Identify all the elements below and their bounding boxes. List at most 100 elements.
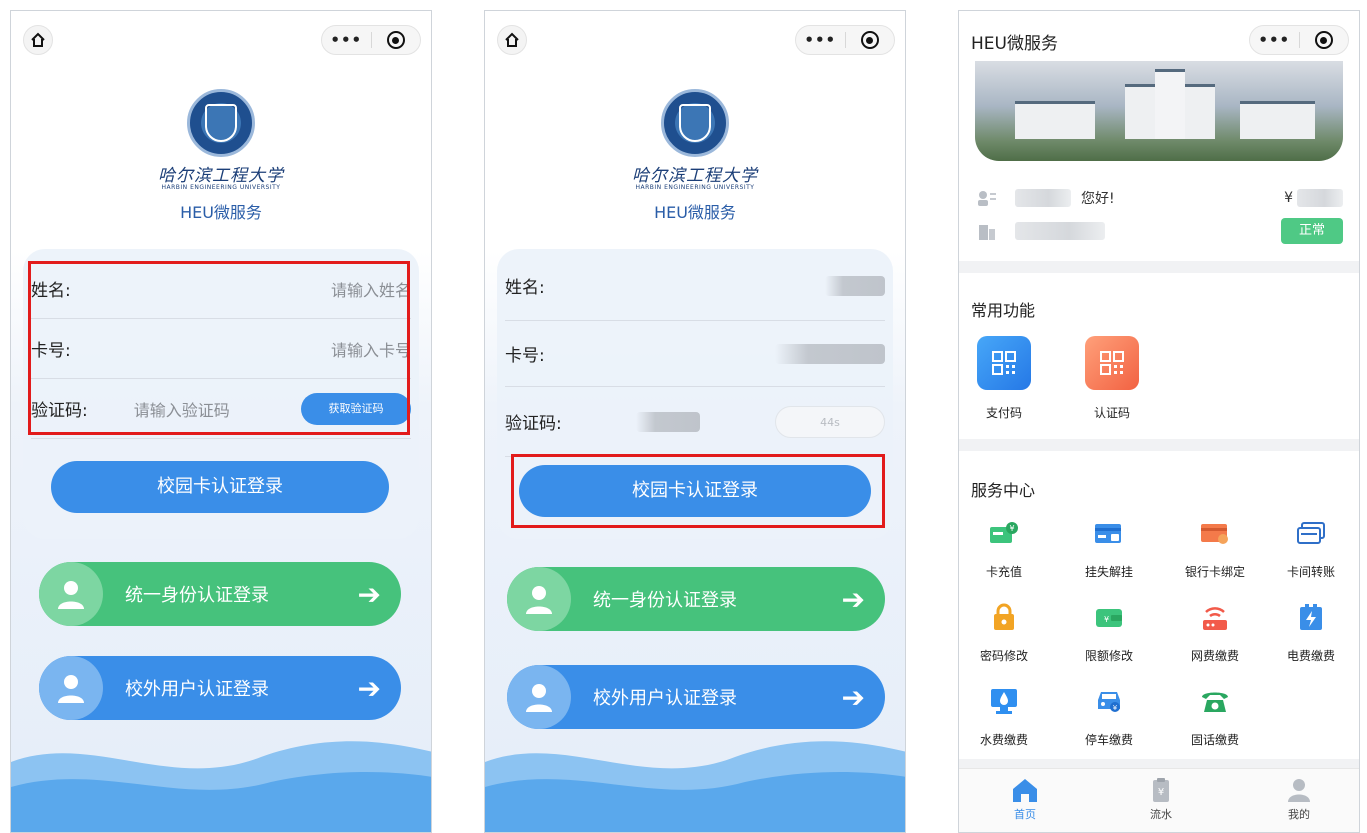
record-icon: [386, 31, 405, 49]
campus-card-login-button[interactable]: 校园卡认证登录: [51, 461, 389, 513]
home-icon: [1013, 779, 1037, 802]
more-menu-button[interactable]: •••: [1250, 25, 1299, 55]
service-center-title: 服务中心: [971, 481, 1036, 500]
home-button[interactable]: [497, 25, 527, 55]
department-redacted: [1015, 222, 1105, 240]
router-icon: [1200, 603, 1230, 631]
highlight-box: [28, 261, 410, 435]
university-name: 哈尔滨工程大学: [632, 166, 758, 186]
close-button[interactable]: [845, 31, 894, 49]
greeting-text: 您好!: [1081, 191, 1115, 207]
university-name-en: HARBIN ENGINEERING UNIVERSITY: [635, 184, 755, 191]
card-transfer-button[interactable]: 卡间转账: [1271, 519, 1351, 580]
battery-icon: [1296, 603, 1326, 631]
login-screen-empty: ••• 哈尔滨工程大学 HARBIN ENGINEERING UNIVERSIT…: [10, 10, 432, 833]
unified-identity-login-button[interactable]: 统一身份认证登录 ➔: [507, 567, 885, 631]
highlight-box: [511, 454, 885, 528]
qr-icon: [977, 336, 1031, 390]
home-icon: [505, 32, 519, 47]
background-wave: [485, 741, 905, 832]
external-user-login-button[interactable]: 校外用户认证登录 ➔: [507, 665, 885, 729]
unified-login-label: 统一身份认证登录: [125, 585, 269, 606]
electricity-fee-label: 电费缴费: [1286, 649, 1335, 663]
svg-text:¥: ¥: [1158, 787, 1164, 798]
name-row[interactable]: 姓名:: [505, 251, 885, 321]
close-button[interactable]: [1299, 31, 1348, 49]
internet-fee-button[interactable]: 网费缴费: [1175, 603, 1255, 664]
bottom-tab-bar: 首页 ¥ 流水 我的: [959, 768, 1359, 832]
transfer-icon: [1296, 519, 1326, 547]
university-seal-logo: [187, 89, 255, 157]
bank-card-bind-button[interactable]: 银行卡绑定: [1175, 519, 1255, 580]
auth-code-label: 认证码: [1093, 406, 1130, 420]
app-name: HEU微服务: [654, 203, 736, 222]
arrow-right-icon: ➔: [841, 680, 865, 714]
limit-change-label: 限额修改: [1084, 649, 1133, 663]
tab-home[interactable]: 首页: [995, 777, 1055, 822]
water-fee-button[interactable]: 水费缴费: [964, 687, 1044, 748]
external-user-login-button[interactable]: 校外用户认证登录 ➔: [39, 656, 401, 720]
report-loss-button[interactable]: 挂失解挂: [1069, 519, 1149, 580]
user-avatar-icon: [507, 665, 571, 729]
user-dept-row: 正常: [977, 216, 1343, 246]
currency-symbol: ¥: [1284, 190, 1293, 206]
code-row[interactable]: 验证码: 44s: [505, 387, 885, 457]
arrow-right-icon: ➔: [841, 582, 865, 616]
name-label: 姓名:: [505, 278, 545, 298]
mini-program-capsule: •••: [1249, 25, 1349, 55]
lock-icon: [989, 603, 1019, 631]
record-icon: [1314, 31, 1333, 49]
svg-text:¥: ¥: [1113, 704, 1118, 712]
university-name: 哈尔滨工程大学: [158, 166, 284, 186]
water-icon: [989, 687, 1019, 715]
password-change-button[interactable]: 密码修改: [964, 603, 1044, 664]
report-loss-label: 挂失解挂: [1084, 565, 1133, 579]
card-number-input-redacted[interactable]: [775, 343, 885, 364]
balance-redacted: [1297, 189, 1343, 207]
more-menu-button[interactable]: •••: [322, 25, 371, 55]
home-button[interactable]: [23, 25, 53, 55]
card-transfer-label: 卡间转账: [1286, 565, 1335, 579]
pay-code-button[interactable]: 支付码: [959, 336, 1049, 421]
user-icon: [1288, 779, 1310, 802]
parking-fee-label: 停车缴费: [1084, 733, 1133, 747]
home-icon: [31, 32, 45, 47]
water-fee-label: 水费缴费: [979, 733, 1028, 747]
car-icon: ¥: [1094, 687, 1124, 715]
card-row[interactable]: 卡号:: [505, 321, 885, 387]
section-divider: [959, 261, 1359, 273]
card-recharge-button[interactable]: ¥ 卡充值: [964, 519, 1044, 580]
common-functions-title: 常用功能: [971, 301, 1036, 320]
tab-transactions[interactable]: ¥ 流水: [1131, 777, 1191, 822]
landline-fee-button[interactable]: 固话缴费: [1175, 687, 1255, 748]
internet-fee-label: 网费缴费: [1190, 649, 1239, 663]
external-login-label: 校外用户认证登录: [593, 688, 737, 709]
section-divider: [959, 439, 1359, 451]
card-recharge-label: 卡充值: [985, 565, 1022, 579]
parking-fee-button[interactable]: ¥ 停车缴费: [1069, 687, 1149, 748]
electricity-fee-button[interactable]: 电费缴费: [1271, 603, 1351, 664]
more-menu-button[interactable]: •••: [796, 25, 845, 55]
record-icon: [860, 31, 879, 49]
arrow-right-icon: ➔: [357, 577, 381, 611]
user-card-icon: [978, 191, 996, 206]
tab-mine-label: 我的: [1288, 808, 1310, 821]
close-button[interactable]: [371, 31, 420, 49]
tab-home-label: 首页: [1014, 808, 1036, 821]
user-name-redacted: [1015, 189, 1071, 207]
mini-program-capsule: •••: [321, 25, 421, 55]
app-name: HEU微服务: [180, 203, 262, 222]
tab-transactions-label: 流水: [1150, 808, 1172, 821]
name-input-redacted[interactable]: [825, 275, 885, 296]
user-avatar-icon: [39, 656, 103, 720]
bank-card-bind-label: 银行卡绑定: [1184, 565, 1245, 579]
limit-change-button[interactable]: ¥ 限额修改: [1069, 603, 1149, 664]
unified-identity-login-button[interactable]: 统一身份认证登录 ➔: [39, 562, 401, 626]
countdown-button[interactable]: 44s: [775, 405, 885, 438]
building-icon: [979, 225, 995, 240]
pay-code-label: 支付码: [985, 406, 1022, 420]
auth-code-button[interactable]: 认证码: [1067, 336, 1157, 421]
svg-text:¥: ¥: [1104, 615, 1109, 624]
tab-mine[interactable]: 我的: [1269, 777, 1329, 822]
code-input-redacted[interactable]: [635, 411, 700, 432]
